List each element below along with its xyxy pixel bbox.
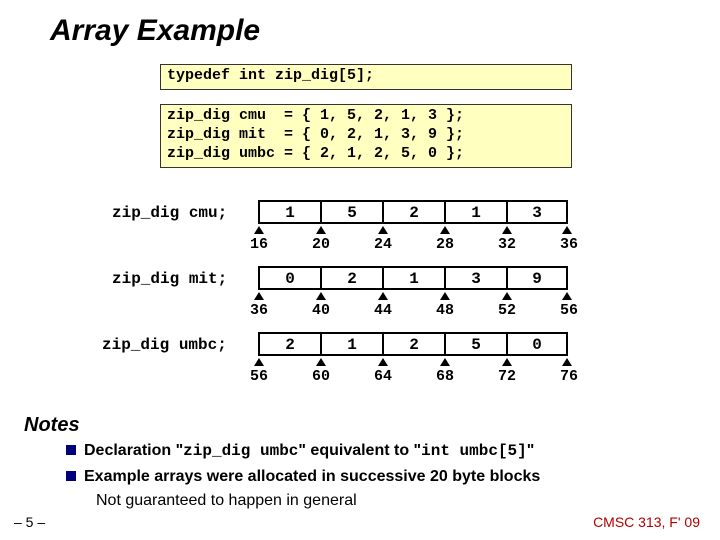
- note-1-code-d: int umbc[5]: [421, 442, 527, 460]
- umbc-cell: 5: [444, 332, 506, 356]
- addr: 56: [250, 368, 312, 385]
- cmu-label: zip_dig cmu;: [112, 204, 227, 222]
- addr: 52: [498, 302, 560, 319]
- typedef-code: typedef int zip_dig[5];: [160, 64, 572, 90]
- cmu-cell: 1: [444, 200, 506, 224]
- addr: 24: [374, 236, 436, 253]
- notes-heading: Notes: [24, 414, 80, 437]
- addr: 16: [250, 236, 312, 253]
- addr: 76: [560, 368, 590, 385]
- addr: 72: [498, 368, 560, 385]
- umbc-cell: 2: [258, 332, 320, 356]
- mit-addrs: 36 40 44 48 52 56: [258, 302, 598, 319]
- addr: 68: [436, 368, 498, 385]
- mit-cell: 1: [382, 266, 444, 290]
- mit-cell: 9: [506, 266, 568, 290]
- addr: 36: [250, 302, 312, 319]
- addr: 64: [374, 368, 436, 385]
- note-2-sub: Not guaranteed to happen in general: [96, 492, 357, 510]
- umbc-cell: 1: [320, 332, 382, 356]
- mit-label: zip_dig mit;: [112, 270, 227, 288]
- addr: 44: [374, 302, 436, 319]
- umbc-cell: 0: [506, 332, 568, 356]
- addr: 32: [498, 236, 560, 253]
- bullet-square-icon: [66, 445, 76, 455]
- note-1-code-b: zip_dig umbc: [183, 442, 298, 460]
- cmu-cells: 1 5 2 1 3: [258, 200, 568, 224]
- addr: 40: [312, 302, 374, 319]
- note-2-sub-text: Not guaranteed to happen in general: [96, 492, 357, 509]
- addr: 60: [312, 368, 374, 385]
- note-2-text: Example arrays were allocated in success…: [84, 468, 540, 485]
- note-2: Example arrays were allocated in success…: [66, 468, 540, 486]
- umbc-cell: 2: [382, 332, 444, 356]
- addr: 28: [436, 236, 498, 253]
- course-label: CMSC 313, F' 09: [593, 514, 700, 530]
- cmu-addrs: 16 20 24 28 32 36: [258, 236, 598, 253]
- note-1-text-e: ": [527, 442, 535, 459]
- mit-cells: 0 2 1 3 9: [258, 266, 568, 290]
- umbc-label: zip_dig umbc;: [102, 336, 227, 354]
- slide-title: Array Example: [0, 0, 720, 56]
- bullet-square-icon: [66, 471, 76, 481]
- note-1-text-a: Declaration ": [84, 442, 183, 459]
- mit-cell: 0: [258, 266, 320, 290]
- cmu-cell: 2: [382, 200, 444, 224]
- addr: 20: [312, 236, 374, 253]
- umbc-addrs: 56 60 64 68 72 76: [258, 368, 598, 385]
- addr: 56: [560, 302, 590, 319]
- note-1: Declaration "zip_dig umbc" equivalent to…: [66, 442, 534, 460]
- addr: 48: [436, 302, 498, 319]
- umbc-cells: 2 1 2 5 0: [258, 332, 568, 356]
- cmu-cell: 5: [320, 200, 382, 224]
- cmu-cell: 3: [506, 200, 568, 224]
- array-decls-code: zip_dig cmu = { 1, 5, 2, 1, 3 }; zip_dig…: [160, 104, 572, 168]
- note-1-text-c: " equivalent to ": [298, 442, 421, 459]
- addr: 36: [560, 236, 590, 253]
- cmu-cell: 1: [258, 200, 320, 224]
- mit-cell: 3: [444, 266, 506, 290]
- mit-cell: 2: [320, 266, 382, 290]
- page-number: – 5 –: [14, 514, 45, 530]
